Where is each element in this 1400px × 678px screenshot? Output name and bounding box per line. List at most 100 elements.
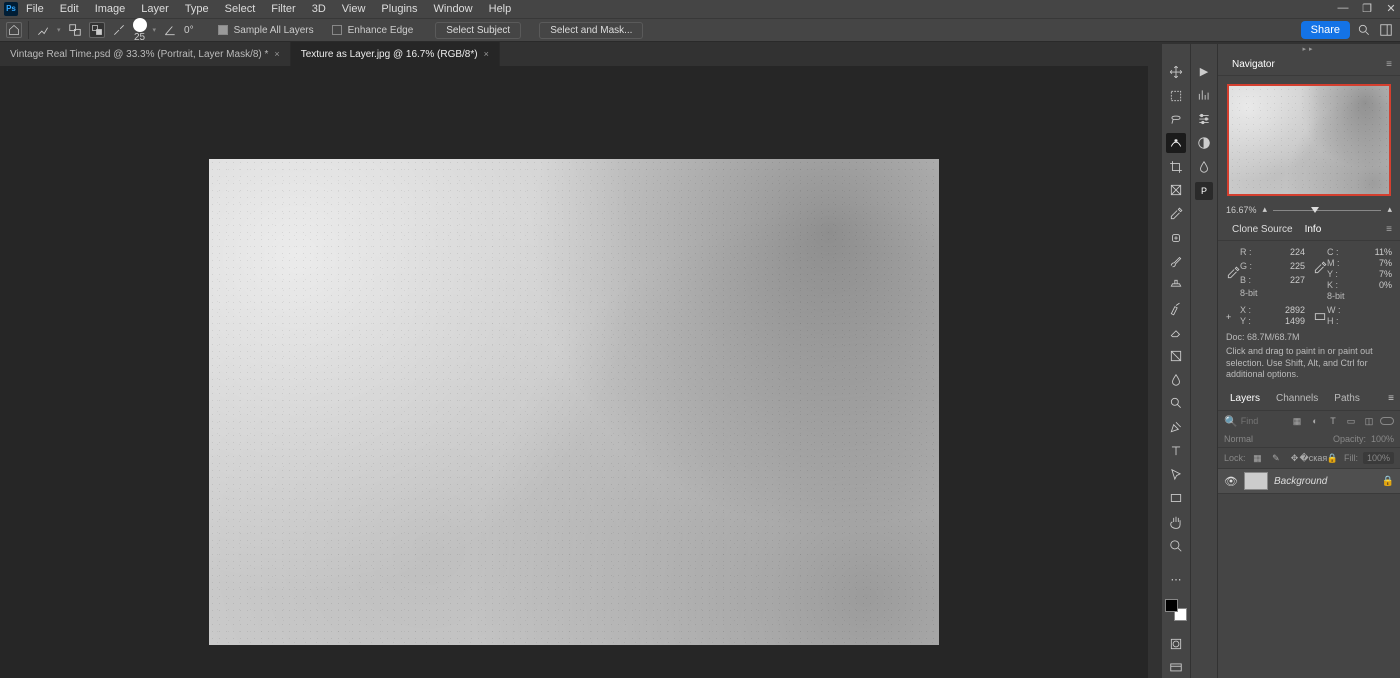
enhance-edge-checkbox[interactable]: [332, 25, 342, 35]
zoom-tool[interactable]: [1166, 536, 1186, 556]
menu-help[interactable]: Help: [481, 0, 520, 18]
move-tool[interactable]: [1166, 62, 1186, 82]
lock-artboard-icon[interactable]: �ская: [1306, 451, 1320, 465]
subtract-selection-icon[interactable]: [89, 22, 105, 38]
eyedropper-tool[interactable]: [1166, 204, 1186, 224]
color-swatches[interactable]: [1165, 599, 1187, 621]
rectangle-tool[interactable]: [1166, 488, 1186, 508]
search-icon[interactable]: [1356, 22, 1372, 38]
tab-close-icon[interactable]: ×: [274, 49, 279, 59]
adjustments-panel-icon[interactable]: [1195, 134, 1213, 152]
document-tab-1[interactable]: Vintage Real Time.psd @ 33.3% (Portrait,…: [0, 42, 291, 66]
healing-brush-tool[interactable]: [1166, 228, 1186, 248]
filter-smart-icon[interactable]: ◫: [1362, 414, 1376, 428]
zoom-in-icon[interactable]: ▴: [1387, 204, 1392, 215]
lock-transparency-icon[interactable]: ▦: [1251, 451, 1265, 465]
actions-panel-icon[interactable]: ▶: [1195, 62, 1213, 80]
zoom-slider[interactable]: [1273, 207, 1381, 213]
menu-view[interactable]: View: [334, 0, 374, 18]
channels-tab[interactable]: Channels: [1270, 391, 1324, 406]
angle-value[interactable]: 0°: [184, 25, 194, 36]
lock-all-icon[interactable]: 🔒: [1325, 451, 1339, 465]
blur-tool[interactable]: [1166, 370, 1186, 390]
menu-layer[interactable]: Layer: [133, 0, 177, 18]
share-button[interactable]: Share: [1301, 21, 1350, 39]
character-panel-icon[interactable]: P: [1195, 182, 1213, 200]
brush-settings-icon[interactable]: [111, 22, 127, 38]
menu-edit[interactable]: Edit: [52, 0, 87, 18]
collapse-arrows-icon[interactable]: ▸▸: [1218, 44, 1400, 54]
foreground-color[interactable]: [1165, 599, 1178, 612]
document-tab-2[interactable]: Texture as Layer.jpg @ 16.7% (RGB/8*) ×: [291, 42, 500, 66]
screen-mode-icon[interactable]: [1166, 658, 1186, 678]
crop-tool[interactable]: [1166, 157, 1186, 177]
zoom-out-icon[interactable]: ▴: [1263, 204, 1268, 215]
canvas-area[interactable]: [0, 66, 1148, 678]
dodge-tool[interactable]: [1166, 394, 1186, 414]
filter-type-icon[interactable]: T: [1326, 414, 1340, 428]
clone-source-tab[interactable]: Clone Source: [1226, 220, 1299, 239]
eraser-tool[interactable]: [1166, 323, 1186, 343]
select-subject-button[interactable]: Select Subject: [435, 22, 521, 39]
clone-stamp-tool[interactable]: [1166, 275, 1186, 295]
brushes-panel-icon[interactable]: [1195, 158, 1213, 176]
edit-toolbar-icon[interactable]: ⋯: [1166, 569, 1186, 589]
layers-tab[interactable]: Layers: [1224, 391, 1266, 406]
menu-filter[interactable]: Filter: [263, 0, 303, 18]
panel-menu-icon[interactable]: ≡: [1386, 224, 1392, 235]
paths-tab[interactable]: Paths: [1328, 391, 1366, 406]
tool-preset-icon[interactable]: [35, 22, 51, 38]
hand-tool[interactable]: [1166, 512, 1186, 532]
filter-pixel-icon[interactable]: ▦: [1290, 414, 1304, 428]
blend-mode-select[interactable]: Normal: [1224, 434, 1253, 444]
window-minimize[interactable]: —: [1336, 2, 1350, 15]
marquee-tool[interactable]: [1166, 86, 1186, 106]
panel-menu-icon[interactable]: ≡: [1386, 59, 1392, 70]
quick-selection-tool[interactable]: [1166, 133, 1186, 153]
type-tool[interactable]: [1166, 441, 1186, 461]
panel-menu-icon[interactable]: ≡: [1388, 393, 1394, 404]
info-tab[interactable]: Info: [1299, 220, 1328, 239]
layer-name[interactable]: Background: [1274, 476, 1327, 487]
quick-mask-icon[interactable]: [1166, 635, 1186, 655]
pen-tool[interactable]: [1166, 417, 1186, 437]
filter-shape-icon[interactable]: ▭: [1344, 414, 1358, 428]
home-icon[interactable]: [6, 22, 22, 38]
opacity-value[interactable]: 100%: [1371, 434, 1394, 444]
filter-toggle[interactable]: [1380, 417, 1394, 425]
layer-row[interactable]: 👁 Background 🔒: [1218, 469, 1400, 494]
lock-pixels-icon[interactable]: ✎: [1269, 451, 1283, 465]
history-brush-tool[interactable]: [1166, 299, 1186, 319]
brush-preview[interactable]: 25: [133, 18, 147, 43]
navigator-thumbnail[interactable]: [1227, 84, 1391, 196]
layer-thumbnail[interactable]: [1244, 472, 1268, 490]
path-selection-tool[interactable]: [1166, 465, 1186, 485]
workspace-icon[interactable]: [1378, 22, 1394, 38]
document-canvas[interactable]: [209, 159, 939, 645]
filter-adjust-icon[interactable]: ◐: [1308, 414, 1322, 428]
menu-select[interactable]: Select: [217, 0, 264, 18]
brush-tool[interactable]: [1166, 252, 1186, 272]
menu-type[interactable]: Type: [177, 0, 217, 18]
menu-image[interactable]: Image: [87, 0, 134, 18]
properties-panel-icon[interactable]: [1195, 110, 1213, 128]
menu-window[interactable]: Window: [426, 0, 481, 18]
sample-all-checkbox[interactable]: [218, 25, 228, 35]
fill-value[interactable]: 100%: [1363, 452, 1394, 464]
lock-icon[interactable]: 🔒: [1382, 476, 1394, 487]
frame-tool[interactable]: [1166, 180, 1186, 200]
window-close[interactable]: ✕: [1384, 2, 1398, 15]
zoom-value[interactable]: 16.67%: [1226, 205, 1257, 215]
gradient-tool[interactable]: [1166, 346, 1186, 366]
window-restore[interactable]: ❐: [1360, 2, 1374, 15]
select-and-mask-button[interactable]: Select and Mask...: [539, 22, 643, 39]
menu-3d[interactable]: 3D: [304, 0, 334, 18]
menu-file[interactable]: File: [18, 0, 52, 18]
navigator-tab[interactable]: Navigator: [1226, 55, 1281, 74]
menu-plugins[interactable]: Plugins: [373, 0, 425, 18]
tab-close-icon[interactable]: ×: [484, 49, 489, 59]
lasso-tool[interactable]: [1166, 109, 1186, 129]
visibility-icon[interactable]: 👁: [1224, 475, 1238, 488]
layer-find-input[interactable]: [1241, 416, 1281, 426]
histogram-panel-icon[interactable]: [1195, 86, 1213, 104]
